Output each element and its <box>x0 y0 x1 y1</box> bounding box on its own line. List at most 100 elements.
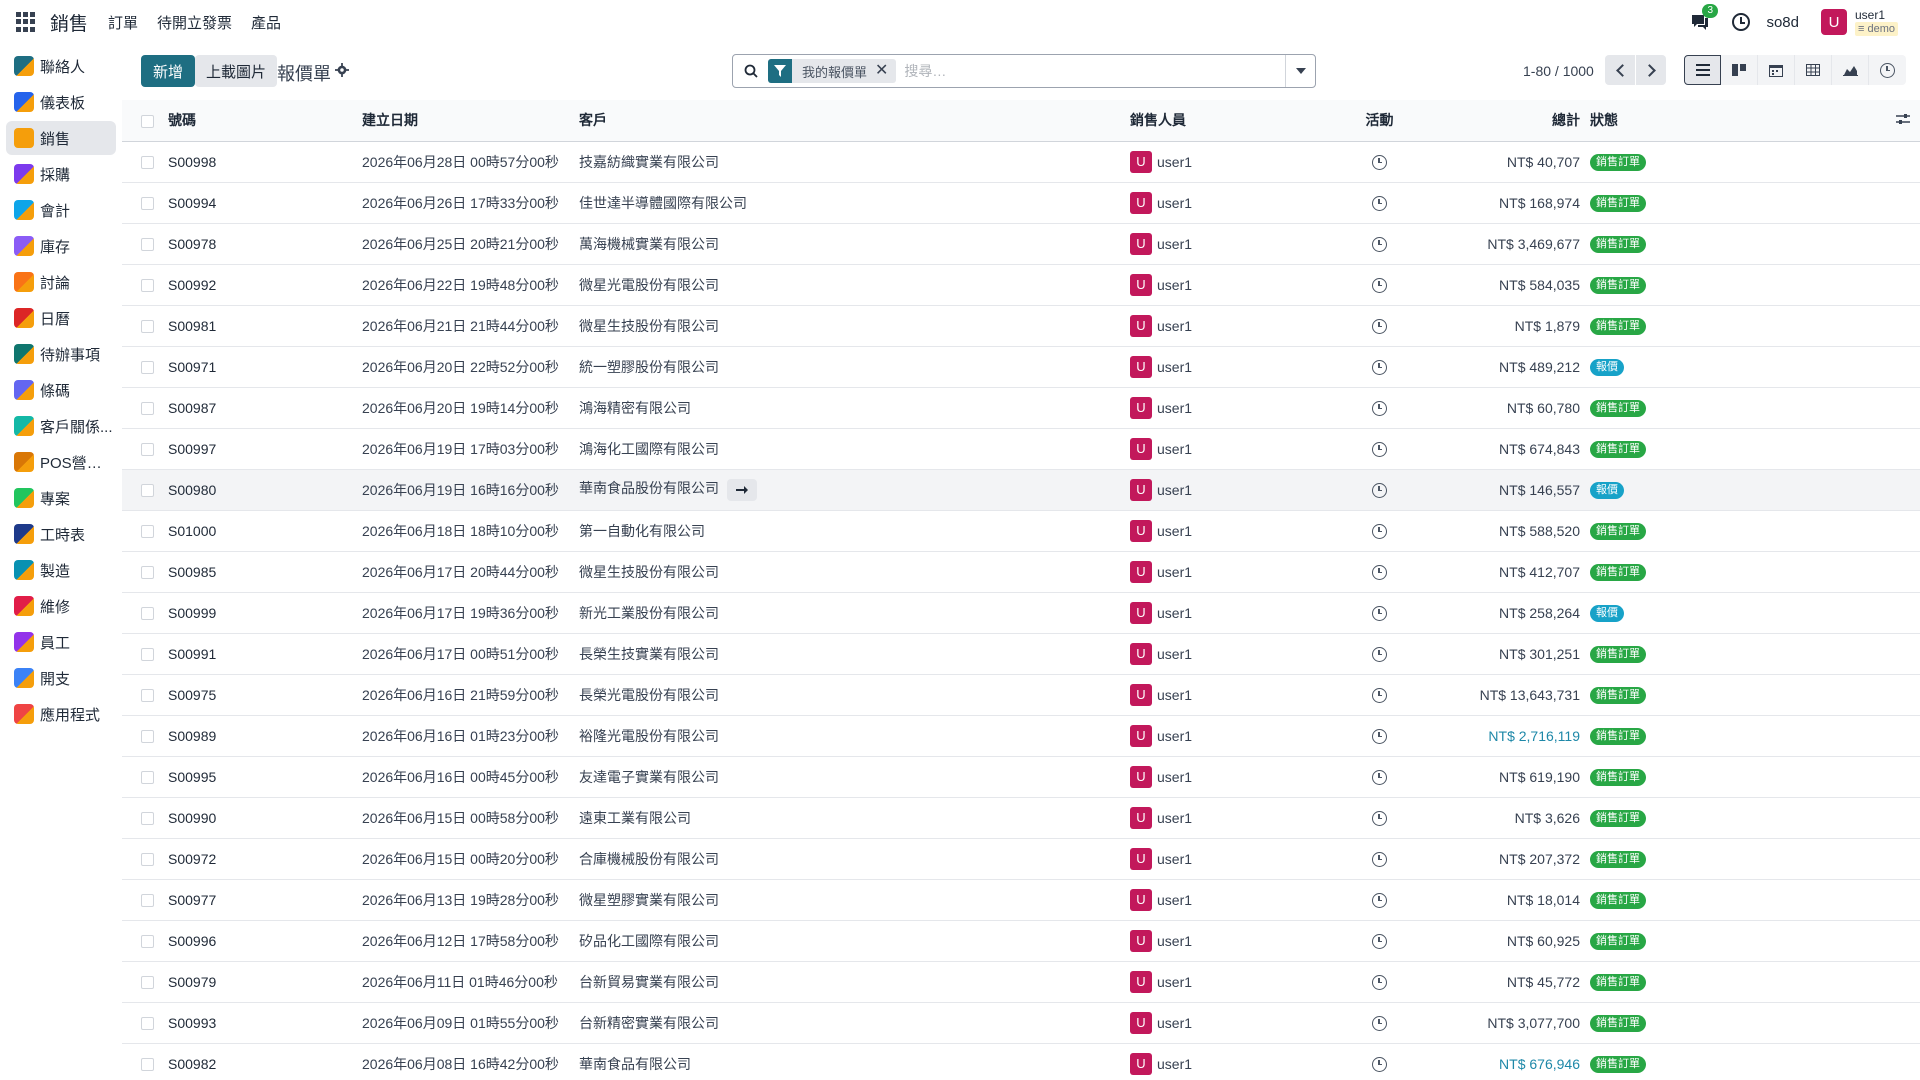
row-checkbox[interactable] <box>141 812 154 826</box>
upload-image-button[interactable]: 上載圖片 <box>195 55 278 87</box>
list-view-button[interactable] <box>1684 55 1721 85</box>
calendar-view-button[interactable] <box>1758 55 1795 85</box>
activity-clock-icon[interactable] <box>1372 892 1387 908</box>
header-activity[interactable]: 活動 <box>1328 100 1431 141</box>
row-checkbox[interactable] <box>141 361 154 375</box>
sidebar-item-todo[interactable]: 待辦事項 <box>6 337 116 371</box>
activity-clock-icon[interactable] <box>1372 441 1387 457</box>
row-checkbox[interactable] <box>141 1058 154 1072</box>
optional-columns-icon[interactable] <box>1896 113 1910 125</box>
header-customer[interactable]: 客戶 <box>579 100 1130 141</box>
activity-clock-icon[interactable] <box>1372 974 1387 990</box>
table-row[interactable]: S00985 2026年06月17日 20時44分00秒 微星生技股份有限公司 Uus… <box>122 551 1920 592</box>
table-row[interactable]: S00996 2026年06月12日 17時58分00秒 矽品化工國際有限公司 Uus… <box>122 920 1920 961</box>
activity-clock-icon[interactable] <box>1732 13 1751 31</box>
sidebar-item-project[interactable]: 專案 <box>6 481 116 515</box>
select-all-checkbox[interactable] <box>141 115 154 129</box>
row-checkbox[interactable] <box>141 238 154 252</box>
row-checkbox[interactable] <box>141 607 154 621</box>
row-checkbox[interactable] <box>141 853 154 867</box>
sidebar-item-employees[interactable]: 員工 <box>6 625 116 659</box>
table-row[interactable]: S00990 2026年06月15日 00時58分00秒 遠東工業有限公司 Uuser… <box>122 797 1920 838</box>
menu-orders[interactable]: 訂單 <box>108 12 138 33</box>
activity-clock-icon[interactable] <box>1372 154 1387 170</box>
table-row[interactable]: S00994 2026年06月26日 17時33分00秒 佳世達半導體國際有限公司 U… <box>122 182 1920 223</box>
sidebar-item-repair[interactable]: 維修 <box>6 589 116 623</box>
row-checkbox[interactable] <box>141 525 154 539</box>
row-checkbox[interactable] <box>141 771 154 785</box>
table-row[interactable]: S00975 2026年06月16日 21時59分00秒 長榮光電股份有限公司 Uus… <box>122 674 1920 715</box>
table-row[interactable]: S00980 2026年06月19日 16時16分00秒 華南食品股份有限公司 Uus… <box>122 469 1920 510</box>
table-row[interactable]: S00999 2026年06月17日 19時36分00秒 新光工業股份有限公司 Uus… <box>122 592 1920 633</box>
messages-icon[interactable]: 3 <box>1690 4 1719 32</box>
row-checkbox[interactable] <box>141 402 154 416</box>
row-checkbox[interactable] <box>141 197 154 211</box>
sidebar-item-inventory[interactable]: 庫存 <box>6 229 116 263</box>
activity-clock-icon[interactable] <box>1372 769 1387 785</box>
row-checkbox[interactable] <box>141 156 154 170</box>
table-row[interactable]: S00991 2026年06月17日 00時51分00秒 長榮生技實業有限公司 Uus… <box>122 633 1920 674</box>
activity-clock-icon[interactable] <box>1372 1056 1387 1072</box>
new-button[interactable]: 新增 <box>141 55 196 87</box>
kanban-view-button[interactable] <box>1721 55 1758 85</box>
user-avatar[interactable]: U <box>1820 9 1847 35</box>
table-row[interactable]: S00982 2026年06月08日 16時42分00秒 華南食品有限公司 Uuser… <box>122 1043 1920 1080</box>
sidebar-item-dashboard[interactable]: 儀表板 <box>6 85 116 119</box>
row-checkbox[interactable] <box>141 730 154 744</box>
table-row[interactable]: S00989 2026年06月16日 01時23分00秒 裕隆光電股份有限公司 Uus… <box>122 715 1920 756</box>
table-row[interactable]: S00993 2026年06月09日 01時55分00秒 台新精密實業有限公司 Uus… <box>122 1002 1920 1043</box>
row-checkbox[interactable] <box>141 566 154 580</box>
sidebar-item-discuss[interactable]: 討論 <box>6 265 116 299</box>
header-total[interactable]: 總計 <box>1431 100 1590 141</box>
activity-clock-icon[interactable] <box>1372 1015 1387 1031</box>
pivot-view-button[interactable] <box>1795 55 1832 85</box>
table-row[interactable]: S00972 2026年06月15日 00時20分00秒 合庫機械股份有限公司 Uus… <box>122 838 1920 879</box>
menu-to-invoice[interactable]: 待開立發票 <box>157 12 232 33</box>
table-row[interactable]: S00987 2026年06月20日 19時14分00秒 鴻海精密有限公司 Uuser… <box>122 387 1920 428</box>
activity-clock-icon[interactable] <box>1372 933 1387 949</box>
app-name[interactable]: 銷售 <box>50 9 88 36</box>
table-row[interactable]: S00995 2026年06月16日 00時45分00秒 友達電子實業有限公司 Uus… <box>122 756 1920 797</box>
sidebar-item-expenses[interactable]: 開支 <box>6 661 116 695</box>
sidebar-item-timesheet[interactable]: 工時表 <box>6 517 116 551</box>
row-checkbox[interactable] <box>141 320 154 334</box>
activity-clock-icon[interactable] <box>1372 605 1387 621</box>
table-row[interactable]: S00992 2026年06月22日 19時48分00秒 微星光電股份有限公司 Uus… <box>122 264 1920 305</box>
facet-remove-icon[interactable]: ✕ <box>875 63 896 79</box>
sidebar-item-pos[interactable]: POS營業點 <box>6 445 116 479</box>
activity-clock-icon[interactable] <box>1372 318 1387 334</box>
activity-clock-icon[interactable] <box>1372 482 1387 498</box>
open-record-button[interactable] <box>727 478 757 501</box>
sidebar-item-accounting[interactable]: 會計 <box>6 193 116 227</box>
sidebar-item-crm[interactable]: 客戶關係... <box>6 409 116 443</box>
row-checkbox[interactable] <box>141 279 154 293</box>
table-row[interactable]: S00978 2026年06月25日 20時21分00秒 萬海機械實業有限公司 Uus… <box>122 223 1920 264</box>
table-row[interactable]: S00981 2026年06月21日 21時44分00秒 微星生技股份有限公司 Uus… <box>122 305 1920 346</box>
activity-clock-icon[interactable] <box>1372 728 1387 744</box>
menu-products[interactable]: 產品 <box>251 12 281 33</box>
header-number[interactable]: 號碼 <box>159 100 362 141</box>
search-input[interactable] <box>904 63 1235 79</box>
search-options-toggle[interactable] <box>1285 55 1315 87</box>
activity-clock-icon[interactable] <box>1372 236 1387 252</box>
header-state[interactable]: 狀態 <box>1590 100 1690 141</box>
activity-clock-icon[interactable] <box>1372 646 1387 662</box>
row-checkbox[interactable] <box>141 443 154 457</box>
activity-clock-icon[interactable] <box>1372 277 1387 293</box>
activity-clock-icon[interactable] <box>1372 359 1387 375</box>
app-menu-icon[interactable] <box>16 12 36 32</box>
header-date[interactable]: 建立日期 <box>362 100 579 141</box>
activity-clock-icon[interactable] <box>1372 195 1387 211</box>
row-checkbox[interactable] <box>141 689 154 703</box>
sidebar-item-calendar[interactable]: 日曆 <box>6 301 116 335</box>
row-checkbox[interactable] <box>141 935 154 949</box>
table-row[interactable]: S00979 2026年06月11日 01時46分00秒 台新貿易實業有限公司 Uus… <box>122 961 1920 1002</box>
table-row[interactable]: S00971 2026年06月20日 22時52分00秒 統一塑膠股份有限公司 Uus… <box>122 346 1920 387</box>
sidebar-item-apps[interactable]: 應用程式 <box>6 697 116 731</box>
activity-clock-icon[interactable] <box>1372 851 1387 867</box>
sidebar-item-barcode[interactable]: 條碼 <box>6 373 116 407</box>
header-salesperson[interactable]: 銷售人員 <box>1130 100 1328 141</box>
table-row[interactable]: S00977 2026年06月13日 19時28分00秒 微星塑膠實業有限公司 Uus… <box>122 879 1920 920</box>
sidebar-item-purchase[interactable]: 採購 <box>6 157 116 191</box>
sidebar-item-manufacturing[interactable]: 製造 <box>6 553 116 587</box>
